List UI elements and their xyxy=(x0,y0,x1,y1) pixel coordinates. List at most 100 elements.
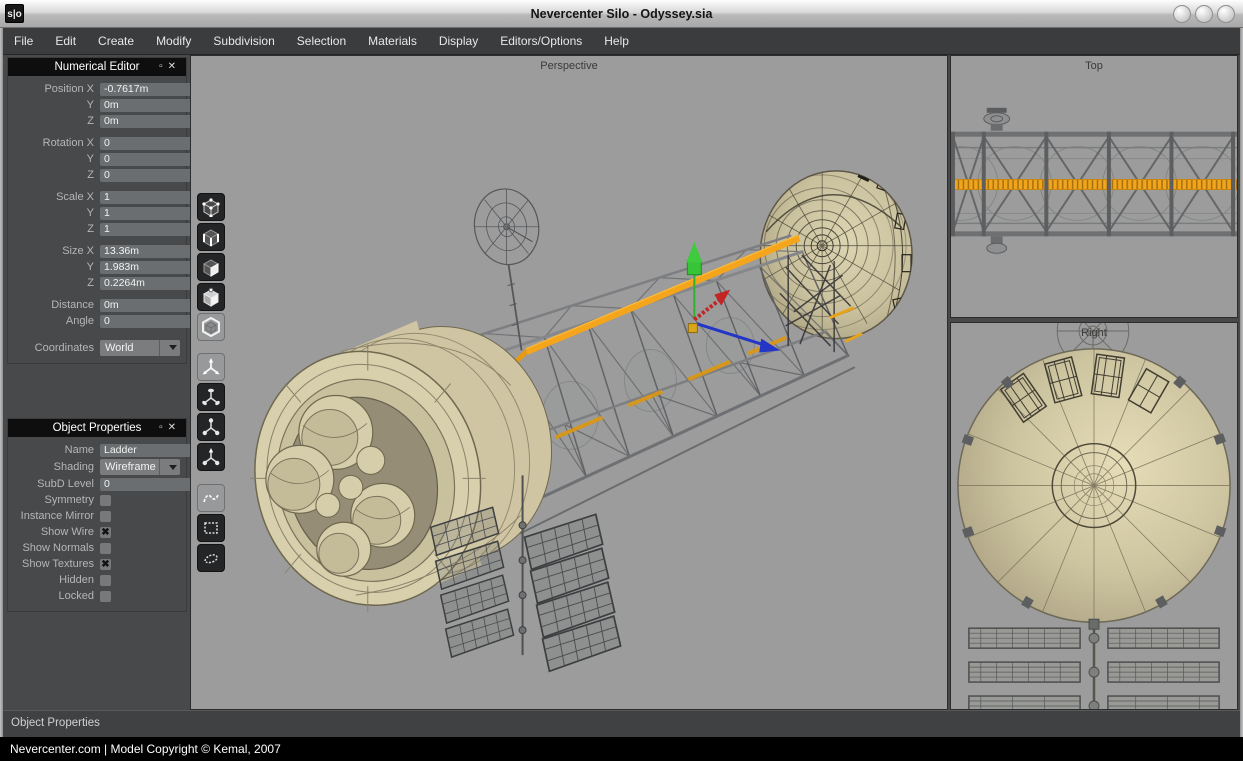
scale-y-field[interactable] xyxy=(100,207,192,220)
scale-z-field[interactable] xyxy=(100,223,192,236)
panel-close-icon[interactable]: ✕ xyxy=(168,61,181,72)
window-title: Nevercenter Silo - Odyssey.sia xyxy=(0,0,1243,28)
object-name-field[interactable] xyxy=(100,444,194,457)
scale-x-field[interactable] xyxy=(100,191,192,204)
show-textures-label: Show Textures xyxy=(8,558,100,570)
menu-edit[interactable]: Edit xyxy=(44,28,87,54)
gizmo-y-arrowhead[interactable] xyxy=(686,242,702,263)
gizmo-center-handle[interactable] xyxy=(688,324,697,333)
panel-close-icon[interactable]: ✕ xyxy=(168,422,181,433)
menu-create[interactable]: Create xyxy=(87,28,145,54)
rotation-x-field[interactable] xyxy=(100,137,192,150)
status-bar: Object Properties xyxy=(3,710,1240,737)
field-label: Y xyxy=(8,153,100,165)
size-z-field[interactable] xyxy=(100,277,192,290)
field-label: Y xyxy=(8,99,100,111)
locked-label: Locked xyxy=(8,590,100,602)
symmetry-checkbox[interactable] xyxy=(100,495,111,506)
rotate-tool-button[interactable] xyxy=(197,383,225,411)
top-ladder[interactable] xyxy=(951,180,1237,190)
shading-value: Wireframe xyxy=(100,461,156,473)
hidden-checkbox[interactable] xyxy=(100,575,111,586)
menu-help[interactable]: Help xyxy=(593,28,640,54)
top-viewport[interactable]: Top xyxy=(950,55,1238,318)
top-scene xyxy=(951,56,1237,317)
window-controls xyxy=(1173,5,1235,23)
field-label: Rotation X xyxy=(8,137,100,149)
universal-manipulator-button[interactable] xyxy=(197,443,225,471)
menu-editors-options[interactable]: Editors/Options xyxy=(489,28,593,54)
locked-checkbox[interactable] xyxy=(100,591,111,602)
show-normals-checkbox[interactable] xyxy=(100,543,111,554)
numerical-editor-title: Numerical Editor xyxy=(55,61,140,73)
footer-bar: Nevercenter.com | Model Copyright © Kema… xyxy=(0,737,1243,761)
multi-mode-button[interactable] xyxy=(197,283,225,311)
gizmo-x-axis[interactable] xyxy=(694,298,722,320)
field-label: Angle xyxy=(8,315,100,327)
panel-restore-icon[interactable]: ▫ xyxy=(159,422,168,433)
perspective-viewport-label: Perspective xyxy=(191,60,947,72)
vertex-mode-button[interactable] xyxy=(197,193,225,221)
position-z-field[interactable] xyxy=(100,115,192,128)
angle-field[interactable] xyxy=(100,315,192,328)
chevron-down-icon xyxy=(159,459,180,475)
top-viewport-label: Top xyxy=(951,60,1237,72)
panel-restore-icon[interactable]: ▫ xyxy=(159,61,168,72)
lasso-select-button[interactable] xyxy=(197,544,225,572)
field-label: Y xyxy=(8,207,100,219)
instance-mirror-label: Instance Mirror xyxy=(8,510,100,522)
shading-label: Shading xyxy=(8,461,100,473)
size-x-field[interactable] xyxy=(100,245,192,258)
rotation-y-field[interactable] xyxy=(100,153,192,166)
rotation-z-field[interactable] xyxy=(100,169,192,182)
close-button[interactable] xyxy=(1217,5,1235,23)
right-scene xyxy=(951,323,1237,709)
status-text: Object Properties xyxy=(11,717,100,729)
box-select-button[interactable] xyxy=(197,514,225,542)
right-solar-array xyxy=(969,619,1219,709)
object-mode-button[interactable] xyxy=(197,313,225,341)
menu-modify[interactable]: Modify xyxy=(145,28,202,54)
subd-level-field[interactable] xyxy=(100,478,194,491)
edge-mode-button[interactable] xyxy=(197,223,225,251)
instance-mirror-checkbox[interactable] xyxy=(100,511,111,522)
menu-file[interactable]: File xyxy=(3,28,44,54)
position-y-field[interactable] xyxy=(100,99,192,112)
distance-field[interactable] xyxy=(100,299,192,312)
move-tool-button[interactable] xyxy=(197,353,225,381)
position-x-field[interactable] xyxy=(100,83,192,96)
left-panel-column: Numerical Editor ▫✕ Position X Y Z Rotat… xyxy=(3,55,190,710)
menu-subdivision[interactable]: Subdivision xyxy=(202,28,285,54)
object-properties-header[interactable]: Object Properties ▫✕ xyxy=(8,419,186,437)
maximize-button[interactable] xyxy=(1195,5,1213,23)
right-viewport[interactable]: Right xyxy=(950,322,1238,710)
application-window: s|o Nevercenter Silo - Odyssey.sia File … xyxy=(0,0,1243,761)
numerical-editor-header[interactable]: Numerical Editor ▫✕ xyxy=(8,58,186,76)
field-label: Position X xyxy=(8,83,100,95)
field-label: Y xyxy=(8,261,100,273)
show-wire-checkbox[interactable]: ✖ xyxy=(100,527,111,538)
menu-materials[interactable]: Materials xyxy=(357,28,428,54)
scale-tool-button[interactable] xyxy=(197,413,225,441)
menu-display[interactable]: Display xyxy=(428,28,489,54)
right-sphere xyxy=(958,349,1230,622)
gizmo-y-handle[interactable] xyxy=(687,261,701,275)
minimize-button[interactable] xyxy=(1173,5,1191,23)
menu-bar: File Edit Create Modify Subdivision Sele… xyxy=(3,28,1240,55)
soft-selection-button[interactable] xyxy=(197,484,225,512)
show-wire-label: Show Wire xyxy=(8,526,100,538)
menu-selection[interactable]: Selection xyxy=(286,28,357,54)
perspective-viewport[interactable]: Perspective xyxy=(190,55,948,710)
size-y-field[interactable] xyxy=(100,261,192,274)
shading-dropdown[interactable]: Wireframe xyxy=(100,459,180,475)
field-label: Size X xyxy=(8,245,100,257)
object-properties-panel: Object Properties ▫✕ Name Shading Wirefr… xyxy=(7,418,187,612)
title-bar[interactable]: s|o Nevercenter Silo - Odyssey.sia xyxy=(0,0,1243,28)
show-normals-label: Show Normals xyxy=(8,542,100,554)
face-mode-button[interactable] xyxy=(197,253,225,281)
coordinates-dropdown[interactable]: World xyxy=(100,340,180,356)
perspective-scene xyxy=(191,56,947,709)
field-label: Scale X xyxy=(8,191,100,203)
subd-label: SubD Level xyxy=(8,478,100,490)
show-textures-checkbox[interactable]: ✖ xyxy=(100,559,111,570)
